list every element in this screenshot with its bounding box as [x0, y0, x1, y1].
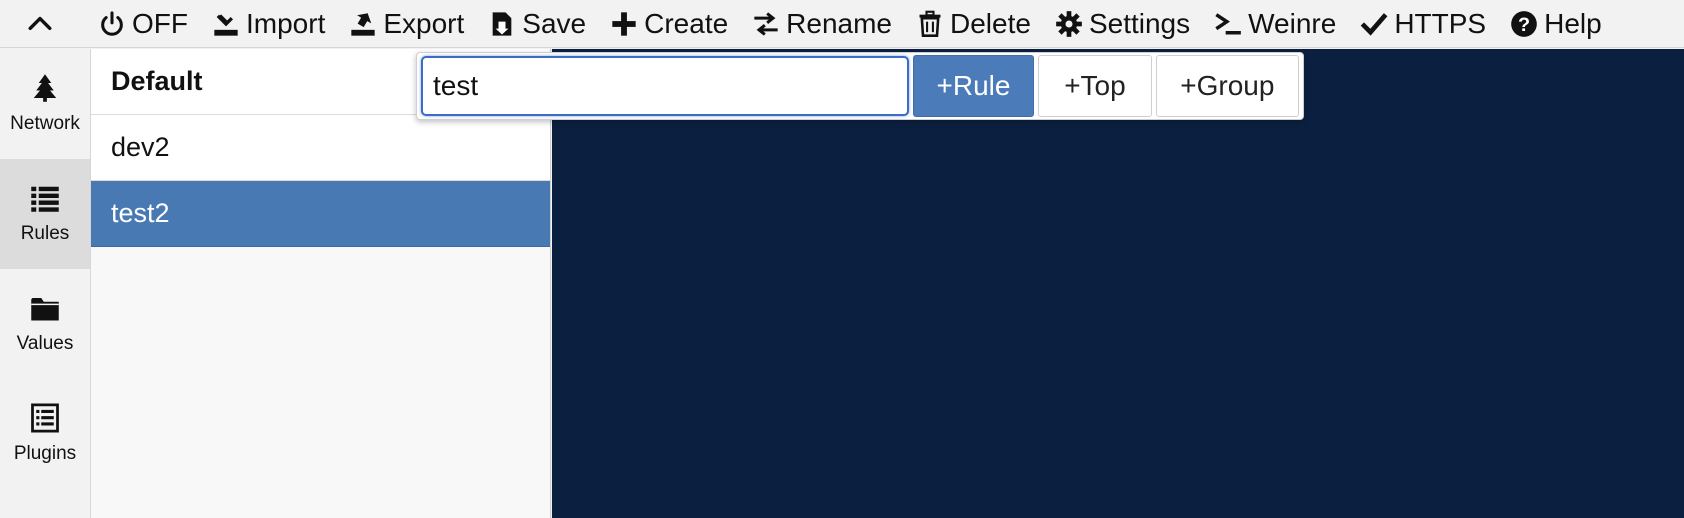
top-toolbar: OFF Import Export Save Create Rename Del… — [0, 0, 1684, 48]
nav-item-network[interactable]: Network — [0, 49, 90, 159]
check-icon — [1360, 12, 1388, 36]
rename-label: Rename — [786, 7, 893, 39]
left-nav: Network Rules Values Plugins — [0, 49, 91, 518]
question-icon: ? — [1511, 10, 1537, 37]
trash-icon — [919, 10, 941, 37]
help-label: Help — [1544, 7, 1602, 39]
nav-item-values[interactable]: Values — [0, 269, 90, 379]
swap-icon — [754, 11, 778, 36]
weinre-label: Weinre — [1248, 7, 1337, 39]
export-icon — [351, 12, 376, 36]
nav-label-plugins: Plugins — [13, 443, 77, 464]
rule-name-input[interactable] — [421, 56, 909, 116]
svg-text:?: ? — [1518, 14, 1530, 36]
settings-label: Settings — [1088, 7, 1191, 39]
add-group-button[interactable]: +Group — [1155, 55, 1299, 117]
toggle-off-label: OFF — [132, 7, 188, 39]
nav-label-rules: Rules — [20, 223, 70, 244]
rule-item-dev2[interactable]: dev2 — [91, 115, 550, 181]
nav-item-plugins[interactable]: Plugins — [0, 379, 90, 489]
folder-icon — [31, 298, 59, 321]
add-top-button[interactable]: +Top — [1038, 55, 1152, 117]
plugin-list-icon — [31, 403, 59, 433]
power-icon — [101, 10, 123, 36]
plus-icon — [612, 11, 636, 36]
save-button[interactable]: Save — [476, 0, 598, 48]
settings-button[interactable]: Settings — [1043, 0, 1202, 48]
terminal-icon — [1215, 12, 1241, 34]
https-label: HTTPS — [1394, 7, 1487, 39]
save-icon — [492, 11, 512, 36]
import-label: Import — [246, 7, 326, 39]
chevron-up-icon — [28, 16, 52, 30]
create-rule-popover: +Rule +Top +Group — [416, 52, 1304, 120]
toggle-off-button[interactable]: OFF — [80, 0, 200, 48]
help-button[interactable]: ? Help — [1498, 0, 1614, 48]
gear-icon — [1056, 10, 1082, 37]
weinre-button[interactable]: Weinre — [1202, 0, 1348, 48]
nav-label-network: Network — [10, 113, 80, 134]
export-button[interactable]: Export — [337, 0, 476, 48]
export-label: Export — [383, 7, 465, 39]
create-button[interactable]: Create — [598, 0, 740, 48]
tree-icon — [33, 74, 57, 102]
rule-item-test2[interactable]: test2 — [91, 181, 550, 247]
import-icon — [214, 13, 238, 36]
nav-item-rules[interactable]: Rules — [0, 159, 90, 269]
delete-button[interactable]: Delete — [904, 0, 1043, 48]
https-button[interactable]: HTTPS — [1348, 0, 1498, 48]
collapse-toolbar-button[interactable] — [0, 0, 80, 48]
save-label: Save — [522, 7, 587, 39]
create-label: Create — [644, 7, 729, 39]
nav-label-values: Values — [16, 333, 74, 354]
import-button[interactable]: Import — [200, 0, 337, 48]
list-icon — [31, 186, 59, 212]
delete-label: Delete — [950, 7, 1031, 39]
rename-button[interactable]: Rename — [740, 0, 904, 48]
add-rule-button[interactable]: +Rule — [912, 55, 1035, 117]
